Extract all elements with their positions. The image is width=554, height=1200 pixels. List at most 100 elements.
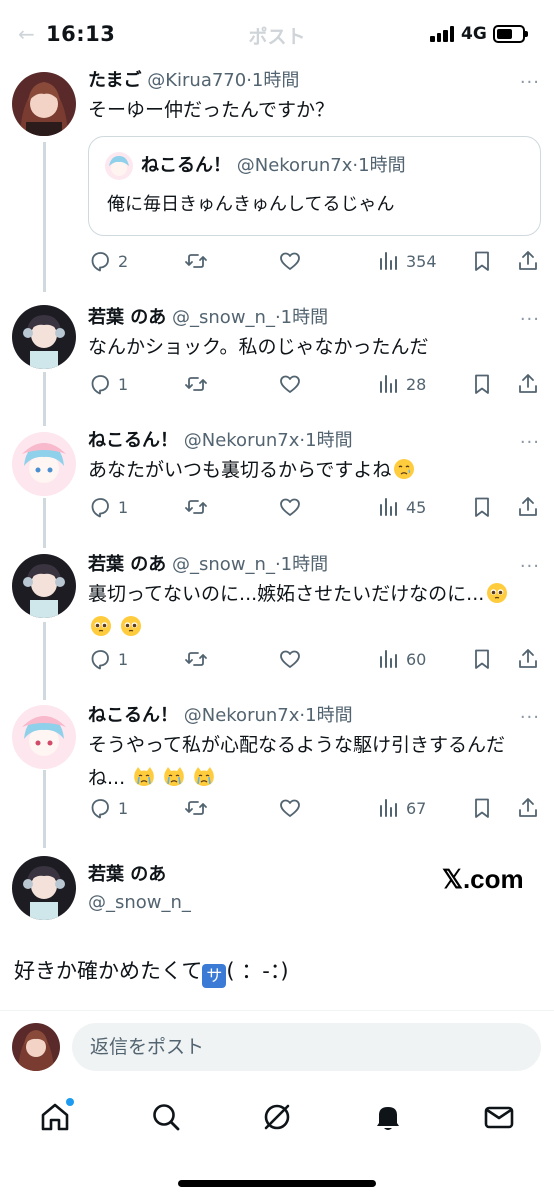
retweet-button[interactable] xyxy=(184,492,208,522)
tweet[interactable]: たまご @Kirua770·1時間 ··· そーゆー仲だったんですか？ ねこるん… xyxy=(0,68,554,278)
tweet[interactable]: ねこるん！ @Nekorun7x·1時間 ··· そうやって私が心配なるような駆… xyxy=(0,703,554,833)
tweet[interactable]: ねこるん！ @Nekorun7x·1時間 ··· あなたがいつも裏切るからですよ… xyxy=(0,428,554,528)
display-name[interactable]: ねこるん！ xyxy=(88,705,178,726)
share-button[interactable] xyxy=(516,492,540,522)
tweet-text: 裏切ってないのに...嫉妬させたいだけなのに... xyxy=(88,578,540,644)
avatar[interactable] xyxy=(12,432,76,496)
bookmark-button[interactable] xyxy=(470,369,494,399)
reply-button[interactable]: 1 xyxy=(88,492,128,522)
pleading-face-emoji-icon xyxy=(120,615,142,637)
like-button[interactable] xyxy=(278,246,302,276)
nav-messages[interactable] xyxy=(482,1100,516,1134)
bottom-nav xyxy=(0,1088,554,1148)
avatar[interactable] xyxy=(12,305,76,369)
like-button[interactable] xyxy=(278,644,302,674)
views-button[interactable]: 45 xyxy=(376,492,426,522)
notification-dot xyxy=(66,1098,74,1106)
like-button[interactable] xyxy=(278,369,302,399)
retweet-button[interactable] xyxy=(184,369,208,399)
service-charge-emoji-icon: サ xyxy=(202,964,227,988)
views-button[interactable]: 28 xyxy=(376,369,426,399)
reply-button[interactable]: 2 xyxy=(88,246,128,276)
status-bar: ← ポスト 16:13 4G xyxy=(0,0,554,70)
timestamp[interactable]: ·1時間 xyxy=(275,554,328,575)
nav-home[interactable] xyxy=(38,1098,74,1134)
more-icon[interactable]: ··· xyxy=(520,556,540,577)
reply-icon xyxy=(91,799,109,819)
share-button[interactable] xyxy=(516,793,540,823)
retweet-button[interactable] xyxy=(184,644,208,674)
search-icon xyxy=(153,1104,180,1131)
handle: @Nekorun7x xyxy=(236,155,353,176)
timestamp[interactable]: ·1時間 xyxy=(275,307,328,328)
retweet-button[interactable] xyxy=(184,246,208,276)
notifications-icon xyxy=(377,1107,399,1130)
display-name[interactable]: 若葉 のあ xyxy=(88,554,166,575)
more-icon[interactable]: ··· xyxy=(520,72,540,93)
reply-button[interactable]: 1 xyxy=(88,793,128,823)
handle[interactable]: @_snow_n_ xyxy=(88,890,191,916)
reply-icon xyxy=(91,498,109,518)
network-label: 4G xyxy=(461,24,487,44)
handle[interactable]: @_snow_n_ xyxy=(172,307,275,328)
tweet-text: なんかショック。私のじゃなかったんだ xyxy=(88,336,429,358)
nav-search[interactable] xyxy=(149,1100,183,1134)
retweet-icon xyxy=(185,801,207,815)
quoted-tweet[interactable]: ねこるん！ @Nekorun7x·1時間 俺に毎日きゅんきゅんしてるじゃん xyxy=(88,136,541,236)
share-button[interactable] xyxy=(516,369,540,399)
timestamp[interactable]: ·1時間 xyxy=(246,70,299,91)
display-name[interactable]: 若葉 のあ xyxy=(88,862,166,888)
nav-grok[interactable] xyxy=(260,1100,294,1134)
avatar[interactable] xyxy=(12,705,76,769)
display-name[interactable]: たまご xyxy=(88,70,141,91)
handle[interactable]: @_snow_n_ xyxy=(172,554,275,575)
share-button[interactable] xyxy=(516,644,540,674)
more-icon[interactable]: ··· xyxy=(520,432,540,453)
battery-icon xyxy=(493,25,528,43)
reply-count: 1 xyxy=(118,497,129,517)
handle[interactable]: @Kirua770 xyxy=(147,70,246,91)
tweet[interactable]: 若葉 のあ @_snow_n_·1時間 ··· なんかショック。私のじゃなかった… xyxy=(0,305,554,405)
reply-count: 1 xyxy=(118,374,129,394)
views-button[interactable]: 354 xyxy=(376,246,437,276)
retweet-button[interactable] xyxy=(184,793,208,823)
pleading-face-emoji-icon xyxy=(486,582,508,604)
avatar[interactable] xyxy=(12,856,76,920)
timestamp[interactable]: ·1時間 xyxy=(299,705,352,726)
tweet-header: 若葉 のあ @_snow_n_·1時間 xyxy=(88,305,328,331)
nav-notifications[interactable] xyxy=(371,1100,405,1134)
more-icon[interactable]: ··· xyxy=(520,309,540,330)
home-indicator[interactable] xyxy=(178,1180,376,1187)
reply-button[interactable]: 1 xyxy=(88,369,128,399)
bookmark-button[interactable] xyxy=(470,246,494,276)
views-button[interactable]: 67 xyxy=(376,793,426,823)
views-icon xyxy=(380,650,397,668)
display-name[interactable]: 若葉 のあ xyxy=(88,307,166,328)
x-watermark: 𝕏.com xyxy=(442,864,524,894)
views-icon xyxy=(380,498,397,516)
views-button[interactable]: 60 xyxy=(376,644,426,674)
handle[interactable]: @Nekorun7x xyxy=(184,705,300,726)
like-button[interactable] xyxy=(278,793,302,823)
share-icon xyxy=(519,374,537,393)
reply-input[interactable]: 返信をポスト xyxy=(72,1023,541,1071)
main-tweet-text-start: 好きか確かめたくて xyxy=(14,959,203,983)
avatar[interactable] xyxy=(12,72,76,136)
timestamp[interactable]: ·1時間 xyxy=(299,430,352,451)
tweet-header: 若葉 のあ @_snow_n_·1時間 xyxy=(88,552,328,578)
avatar[interactable] xyxy=(12,554,76,618)
crying-cat-emoji-icon xyxy=(193,766,215,788)
handle[interactable]: @Nekorun7x xyxy=(184,430,300,451)
view-count: 28 xyxy=(406,374,427,394)
bookmark-button[interactable] xyxy=(470,793,494,823)
share-button[interactable] xyxy=(516,246,540,276)
reply-button[interactable]: 1 xyxy=(88,644,128,674)
display-name[interactable]: ねこるん！ xyxy=(88,430,178,451)
tweet[interactable]: 若葉 のあ @_snow_n_·1時間 ··· 裏切ってないのに...嫉妬させた… xyxy=(0,552,554,682)
more-icon[interactable]: ··· xyxy=(520,707,540,728)
reply-count: 1 xyxy=(118,649,129,669)
bookmark-button[interactable] xyxy=(470,492,494,522)
like-button[interactable] xyxy=(278,492,302,522)
bookmark-button[interactable] xyxy=(470,644,494,674)
avatar xyxy=(105,152,133,180)
